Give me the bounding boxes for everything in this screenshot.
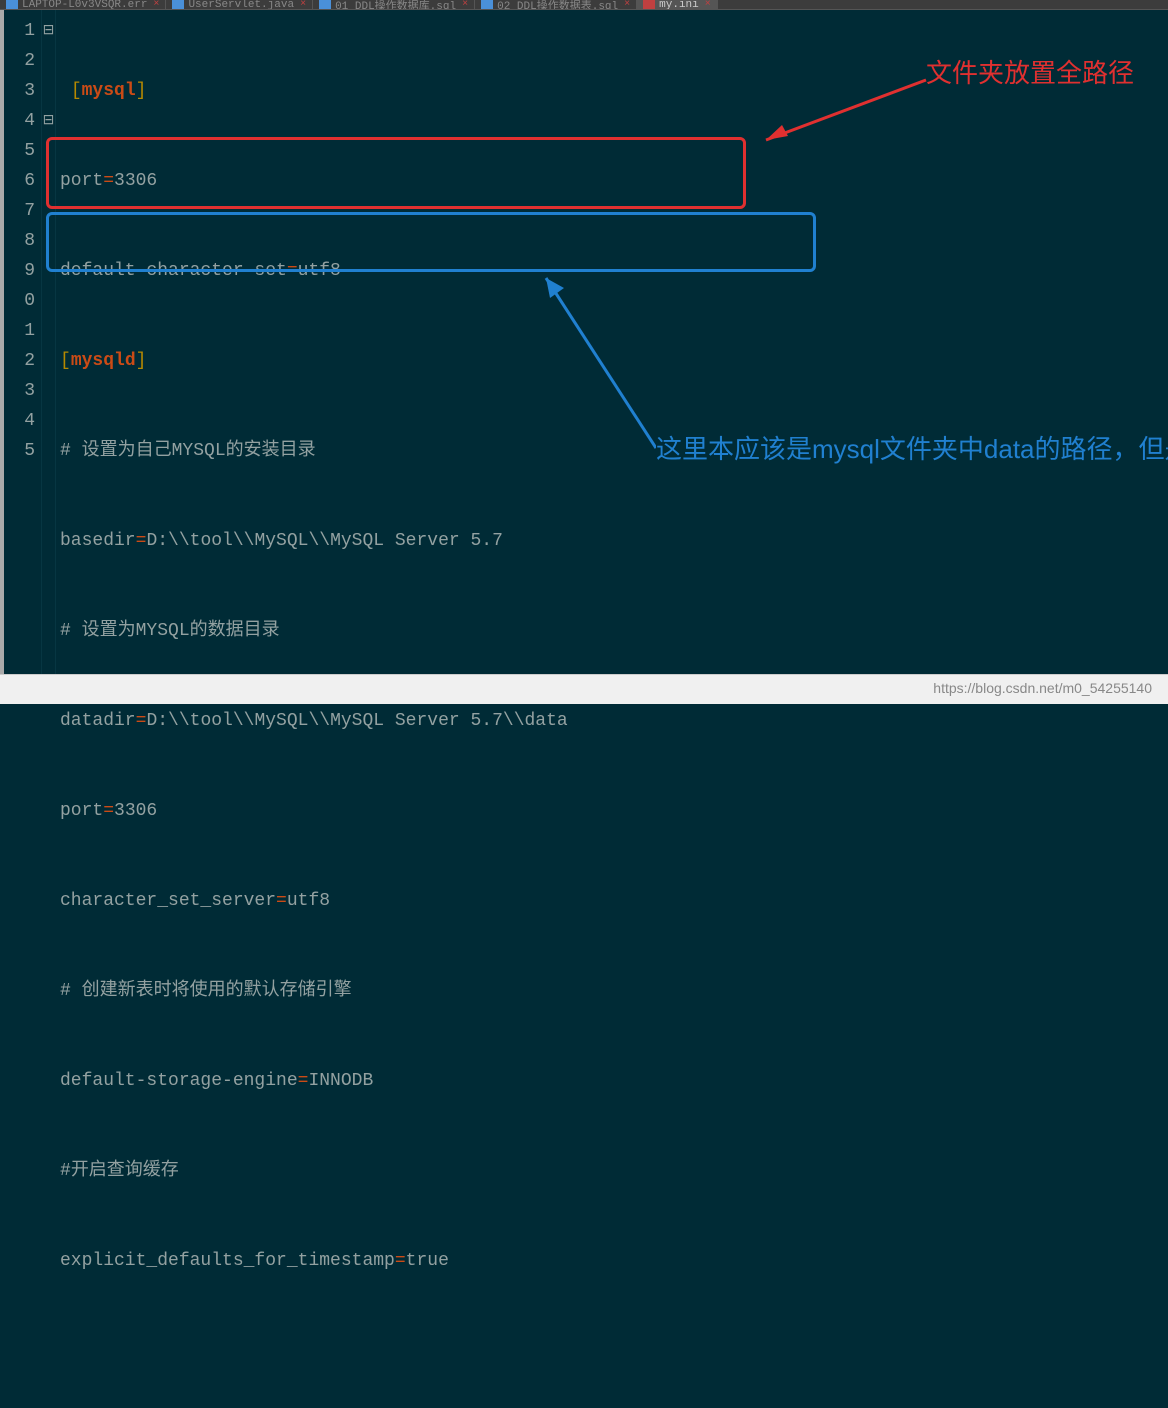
tab-sql1[interactable]: 01_DDL操作数据库.sql × [313, 0, 475, 9]
tab-label: 02_DDL操作数据表.sql [497, 0, 618, 10]
code-line: default-character-set=utf8 [60, 256, 1164, 286]
close-icon[interactable]: × [462, 0, 468, 10]
code-line: #开启查询缓存 [60, 1156, 1164, 1186]
editor-area: 1 2 3 4 5 6 7 8 9 0 1 2 3 4 5 ⊟ ⊟ [mysql… [0, 10, 1168, 674]
annotation-blue-text: 这里本应该是mysql文件夹中data的路径，但是由于没有在控制台操作。所以目前… [656, 430, 1116, 468]
close-icon[interactable]: × [705, 0, 711, 10]
tab-label: UserServlet.java [188, 0, 294, 10]
close-icon[interactable]: × [300, 0, 306, 10]
tab-java[interactable]: UserServlet.java × [166, 0, 313, 9]
code-line: basedir=D:\\tool\\MySQL\\MySQL Server 5.… [60, 526, 1164, 556]
close-icon[interactable]: × [153, 0, 159, 10]
tab-label: my.ini [659, 0, 699, 10]
watermark-text: https://blog.csdn.net/m0_54255140 [933, 680, 1152, 696]
line-numbers: 1 2 3 4 5 6 7 8 9 0 1 2 3 4 5 [0, 10, 42, 674]
code-line: port=3306 [60, 796, 1164, 826]
tab-err[interactable]: LAPTOP-L0v3VSQR.err × [0, 0, 166, 9]
code-line: [mysqld] [60, 346, 1164, 376]
code-line: default-storage-engine=INNODB [60, 1066, 1164, 1096]
fold-icon[interactable]: ⊟ [42, 106, 55, 136]
tab-sql2[interactable]: 02_DDL操作数据表.sql × [475, 0, 637, 9]
code-line: datadir=D:\\tool\\MySQL\\MySQL Server 5.… [60, 706, 1164, 736]
fold-icon[interactable]: ⊟ [42, 16, 55, 46]
code-content[interactable]: [mysql] port=3306 default-character-set=… [56, 10, 1168, 674]
tab-label: LAPTOP-L0v3VSQR.err [22, 0, 147, 10]
close-icon[interactable]: × [624, 0, 630, 10]
tab-ini[interactable]: my.ini × [637, 0, 718, 9]
left-edge [0, 10, 4, 674]
tab-label: 01_DDL操作数据库.sql [335, 0, 456, 10]
annotation-red-text: 文件夹放置全路径 [926, 58, 1134, 88]
code-line: character_set_server=utf8 [60, 886, 1164, 916]
tab-bar: LAPTOP-L0v3VSQR.err × UserServlet.java × 0… [0, 0, 1168, 10]
code-line: # 创建新表时将使用的默认存储引擎 [60, 976, 1164, 1006]
code-line: # 设置为MYSQL的数据目录 [60, 616, 1164, 646]
fold-column: ⊟ ⊟ [42, 10, 56, 674]
code-line: port=3306 [60, 166, 1164, 196]
code-line: explicit_defaults_for_timestamp=true [60, 1246, 1164, 1276]
